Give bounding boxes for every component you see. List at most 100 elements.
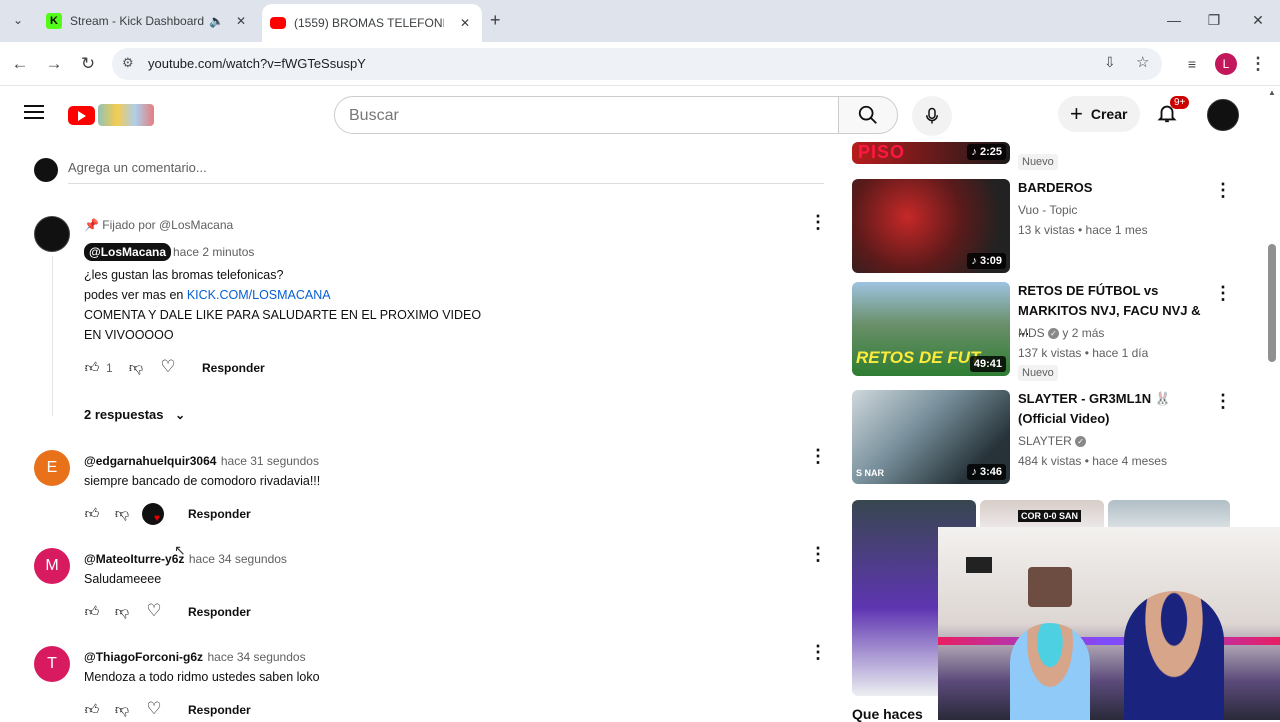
video-menu-icon[interactable]: ⋮ [1213,283,1233,307]
media-control-icon[interactable]: ≡ [1180,52,1204,76]
replies-toggle[interactable]: 2 respuestas ⌄ [84,407,185,422]
comment-text: Saludameeee [84,572,162,586]
back-icon[interactable]: ← [8,52,32,76]
video-thumbnail[interactable]: PISO ♪ 2:25 [852,142,1010,164]
notifications-button[interactable]: 9+ [1156,96,1190,126]
forward-icon[interactable]: → [42,52,66,76]
dislike-icon[interactable]: 👎︎ [126,359,146,379]
tab-kick-dashboard[interactable]: K Stream - Kick Dashboard 🔈 ✕ [36,0,260,42]
plus-icon: + [1070,101,1083,126]
reply-button[interactable]: Responder [188,507,251,521]
comment-time[interactable]: hace 34 segundos [189,552,287,566]
tab-youtube[interactable]: (1559) BROMAS TELEFONICAS - ✕ [262,4,482,42]
comment-menu-icon[interactable]: ⋮ [808,642,828,666]
replies-count: 2 respuestas [84,407,164,422]
new-tab-button[interactable]: + [490,10,501,31]
search-button[interactable] [838,96,898,134]
pinned-label: 📌 Fijado por @LosMacana [84,218,233,232]
like-icon[interactable]: 👍︎ [82,505,102,525]
duration-text: 3:09 [979,255,1002,267]
voice-search-button[interactable] [912,96,952,136]
avatar[interactable]: M [34,548,70,584]
avatar[interactable]: T [34,646,70,682]
search-input[interactable]: Buscar [334,96,840,134]
new-badge: Nuevo [1018,154,1058,170]
video-menu-icon[interactable]: ⋮ [1213,180,1233,204]
bookmark-star-icon[interactable]: ☆ [1136,53,1149,71]
like-icon[interactable]: 👍︎ [82,359,102,379]
comment-text: Mendoza a todo ridmo ustedes saben loko [84,670,320,684]
channel-name[interactable]: MDS ✓ y 2 más [1018,326,1104,340]
heart-icon[interactable]: ♡ [144,601,164,621]
comment-menu-icon[interactable]: ⋮ [808,446,828,470]
like-icon[interactable]: 👍︎ [82,701,102,721]
minimize-icon[interactable]: — [1160,8,1188,32]
like-icon[interactable]: 👍︎ [82,603,102,623]
kick-icon: K [46,13,62,29]
comment-author[interactable]: @MateoIturre-y6z [84,552,184,566]
comment-time[interactable]: hace 31 segundos [221,454,319,468]
sidebar-scrollbar[interactable] [1268,244,1276,362]
video-thumbnail[interactable]: S NAR ♪ 3:46 [852,390,1010,484]
page-scroll-up-icon[interactable]: ▲ [1268,88,1276,97]
person-left [1010,623,1090,720]
close-tab-icon[interactable]: ✕ [236,14,246,28]
close-tab-icon[interactable]: ✕ [460,16,470,30]
restore-icon[interactable]: ❐ [1200,8,1228,32]
comment-text-line: podes ver mas en KICK.COM/LOSMACANA [84,288,331,302]
channel-avatar[interactable] [1207,99,1239,131]
comment-author[interactable]: @ThiagoForconi-g6z [84,650,203,664]
my-avatar [34,158,58,182]
site-info-icon[interactable]: ⚙ [122,55,134,71]
install-app-icon[interactable]: ⇩ [1104,54,1116,71]
avatar[interactable] [34,216,70,252]
reply-button[interactable]: Responder [202,361,265,375]
tab-search-chevron-icon[interactable]: ⌄ [8,10,28,30]
comment-menu-icon[interactable]: ⋮ [808,212,828,236]
comment-menu-icon[interactable]: ⋮ [808,544,828,568]
create-button[interactable]: + Crear [1058,96,1140,132]
duration-badge: ♪ 3:46 [967,464,1006,480]
comment-text: siempre bancado de comodoro rivadavia!!! [84,474,321,488]
reply-button[interactable]: Responder [188,605,251,619]
dislike-icon[interactable]: 👎︎ [112,505,132,525]
video-thumbnail[interactable]: RETOS DE FUT 49:41 [852,282,1010,376]
hamburger-menu-icon[interactable] [24,102,44,120]
youtube-logo[interactable] [68,104,154,126]
channel-name[interactable]: SLAYTER ✓ [1018,434,1087,448]
comment-text: podes ver mas en [84,288,184,302]
pinned-author-badge[interactable]: @LosMacana [84,243,172,261]
speaker-icon[interactable]: 🔈 [209,14,224,28]
video-title[interactable]: BARDEROS [1018,178,1092,198]
wall-decoration [966,557,992,573]
heart-icon[interactable]: ♡ [158,357,178,377]
reply-button[interactable]: Responder [188,703,251,717]
dislike-icon[interactable]: 👎︎ [112,603,132,623]
create-label: Crear [1090,106,1128,122]
video-menu-icon[interactable]: ⋮ [1213,391,1233,415]
video-title-line: (Official Video) [1018,411,1110,426]
heart-icon[interactable]: ♡ [144,699,164,719]
comment-time[interactable]: hace 34 segundos [207,650,305,664]
address-bar[interactable]: ⚙ youtube.com/watch?v=fWGTeSsuspY ⇩ ☆ [112,48,1162,80]
video-thumbnail[interactable]: ♪ 3:09 [852,179,1010,273]
kick-link[interactable]: KICK.COM/LOSMACANA [187,288,331,302]
dislike-icon[interactable]: 👎︎ [112,701,132,721]
close-window-icon[interactable]: ✕ [1244,8,1272,32]
pinned-by-text: Fijado por @LosMacana [102,218,234,232]
channel-name[interactable]: Vuo - Topic [1018,203,1077,217]
comment-time[interactable]: hace 2 minutos [173,245,254,259]
tab-title: (1559) BROMAS TELEFONICAS - [294,16,444,30]
avatar[interactable]: E [34,450,70,486]
profile-avatar[interactable]: L [1215,53,1237,75]
browser-menu-icon[interactable]: ⋮ [1246,52,1270,76]
score-overlay: COR 0-0 SAN [1018,510,1082,522]
thread-line [52,256,53,416]
comment-author[interactable]: @edgarnahuelquir3064 [84,454,216,468]
reload-icon[interactable]: ↻ [76,52,100,76]
youtube-header: Buscar + Crear 9+ [0,86,1270,142]
duration-badge: 49:41 [969,356,1006,372]
add-comment-input[interactable]: Agrega un comentario... [68,160,824,184]
creator-heart-avatar: ♥ [142,503,164,525]
video-title[interactable]: SLAYTER - GR3ML1N 🐰 (Official Video) [1018,389,1208,429]
